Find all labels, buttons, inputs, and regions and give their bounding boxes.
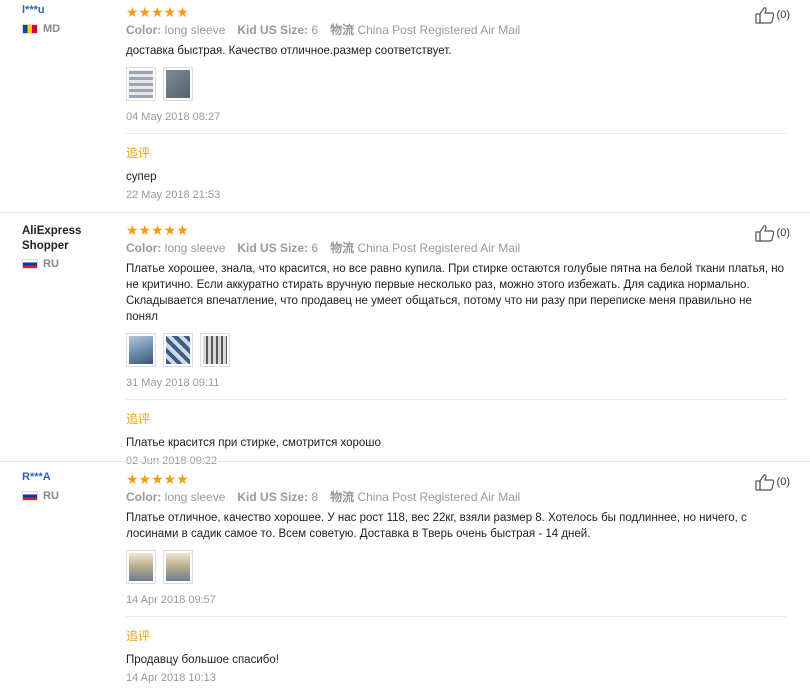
- star-rating: ★★★★★: [126, 4, 189, 20]
- reviewer-info: AliExpress Shopper RU: [22, 224, 112, 270]
- followup-text: Продавцу большое спасибо!: [126, 654, 279, 666]
- review-date: 14 Apr 2018 09:57: [126, 594, 216, 606]
- shipping-label: 物流: [330, 490, 355, 504]
- review-photo-thumbnail[interactable]: [163, 67, 193, 101]
- reviewer-country: RU: [22, 258, 112, 270]
- helpful-count: (0): [776, 476, 790, 488]
- review-date: 04 May 2018 08:27: [126, 111, 221, 123]
- review-divider: [0, 461, 810, 462]
- country-code: RU: [43, 258, 59, 270]
- order-attributes: Color: long sleeve Kid US Size: 8 物流 China…: [126, 490, 786, 504]
- order-attributes: Color: long sleeve Kid US Size: 6 物流 China…: [126, 23, 786, 37]
- shipping-value: China Post Registered Air Mail: [357, 490, 521, 504]
- order-attributes: Color: long sleeve Kid US Size: 6 物流 China…: [126, 241, 786, 255]
- followup-text: Платье красится при стирке, смотрится хо…: [126, 437, 381, 449]
- size-value: 8: [311, 490, 319, 504]
- size-label: Kid US Size:: [237, 241, 309, 255]
- color-label: Color:: [126, 490, 162, 504]
- divider: [126, 133, 786, 134]
- review-photo-thumbnail[interactable]: [126, 67, 156, 101]
- star-rating: ★★★★★: [126, 471, 189, 487]
- thumbs-up-icon: [754, 474, 774, 491]
- review-photo-thumbnail[interactable]: [200, 333, 230, 367]
- size-value: 6: [311, 241, 319, 255]
- divider: [126, 616, 786, 617]
- reviewer-country: RU: [22, 490, 112, 502]
- divider: [126, 399, 786, 400]
- color-label: Color:: [126, 23, 162, 37]
- reviewer-name: AliExpress Shopper: [22, 225, 82, 252]
- reviewer-name[interactable]: l***u: [22, 4, 112, 17]
- followup-label: 追评: [126, 629, 151, 643]
- review-content: ★★★★★ Color: long sleeve Kid US Size: 6 物流…: [126, 4, 786, 201]
- review-divider: [0, 212, 810, 213]
- review-text: Платье отличное, качество хорошее. У нас…: [126, 510, 786, 542]
- review-photos: [126, 333, 786, 367]
- review-content: ★★★★★ Color: long sleeve Kid US Size: 6 物流…: [126, 222, 786, 467]
- followup-date: 14 Apr 2018 10:13: [126, 672, 216, 684]
- size-value: 6: [311, 23, 319, 37]
- review-photo-thumbnail[interactable]: [126, 333, 156, 367]
- color-value: long sleeve: [164, 490, 226, 504]
- color-label: Color:: [126, 241, 162, 255]
- followup-label: 追评: [126, 146, 151, 160]
- followup-date: 22 May 2018 21:53: [126, 189, 221, 201]
- review-text-line: не критично. Если аккуратно стирать вруч…: [126, 279, 750, 291]
- russia-flag-icon: [22, 259, 38, 269]
- color-value: long sleeve: [164, 241, 226, 255]
- reviewer-info: l***u MD: [22, 4, 112, 35]
- review-content: ★★★★★ Color: long sleeve Kid US Size: 8 物流…: [126, 471, 786, 684]
- followup-text: супер: [126, 171, 157, 183]
- size-label: Kid US Size:: [237, 490, 309, 504]
- reviewer-info: R***A RU: [22, 471, 112, 502]
- review-photo-thumbnail[interactable]: [163, 550, 193, 584]
- star-rating: ★★★★★: [126, 222, 189, 238]
- shipping-value: China Post Registered Air Mail: [357, 23, 521, 37]
- review-photo-thumbnail[interactable]: [126, 550, 156, 584]
- review-text: Платье хорошее, знала, что красится, но …: [126, 261, 786, 325]
- shipping-label: 物流: [330, 23, 355, 37]
- helpful-button[interactable]: (0): [754, 6, 790, 24]
- review-photo-thumbnail[interactable]: [163, 333, 193, 367]
- thumbs-up-icon: [754, 225, 774, 242]
- helpful-count: (0): [776, 227, 790, 239]
- russia-flag-icon: [22, 491, 38, 501]
- shipping-value: China Post Registered Air Mail: [357, 241, 521, 255]
- review-photos: [126, 67, 786, 101]
- review-photos: [126, 550, 786, 584]
- helpful-button[interactable]: (0): [754, 224, 790, 242]
- review-text-line: Платье хорошее, знала, что красится, но …: [126, 263, 784, 275]
- size-label: Kid US Size:: [237, 23, 309, 37]
- followup-label: 追评: [126, 412, 151, 426]
- shipping-label: 物流: [330, 241, 355, 255]
- review-text-line: лосинами в садик самое то. Всем советую.…: [126, 528, 591, 540]
- helpful-count: (0): [776, 9, 790, 21]
- reviewer-name[interactable]: R***A: [22, 471, 112, 484]
- country-code: RU: [43, 490, 59, 502]
- color-value: long sleeve: [164, 23, 226, 37]
- review-date: 31 May 2018 09:11: [126, 377, 220, 389]
- review-text-line: Складывается впечатление, что продавец н…: [126, 295, 752, 323]
- country-code: MD: [43, 23, 61, 35]
- helpful-button[interactable]: (0): [754, 473, 790, 491]
- thumbs-up-icon: [754, 7, 774, 24]
- moldova-flag-icon: [22, 24, 38, 34]
- review-text: доставка быстрая. Качество отличное.разм…: [126, 45, 452, 57]
- reviewer-country: MD: [22, 23, 112, 35]
- review-text-line: Платье отличное, качество хорошее. У нас…: [126, 512, 747, 524]
